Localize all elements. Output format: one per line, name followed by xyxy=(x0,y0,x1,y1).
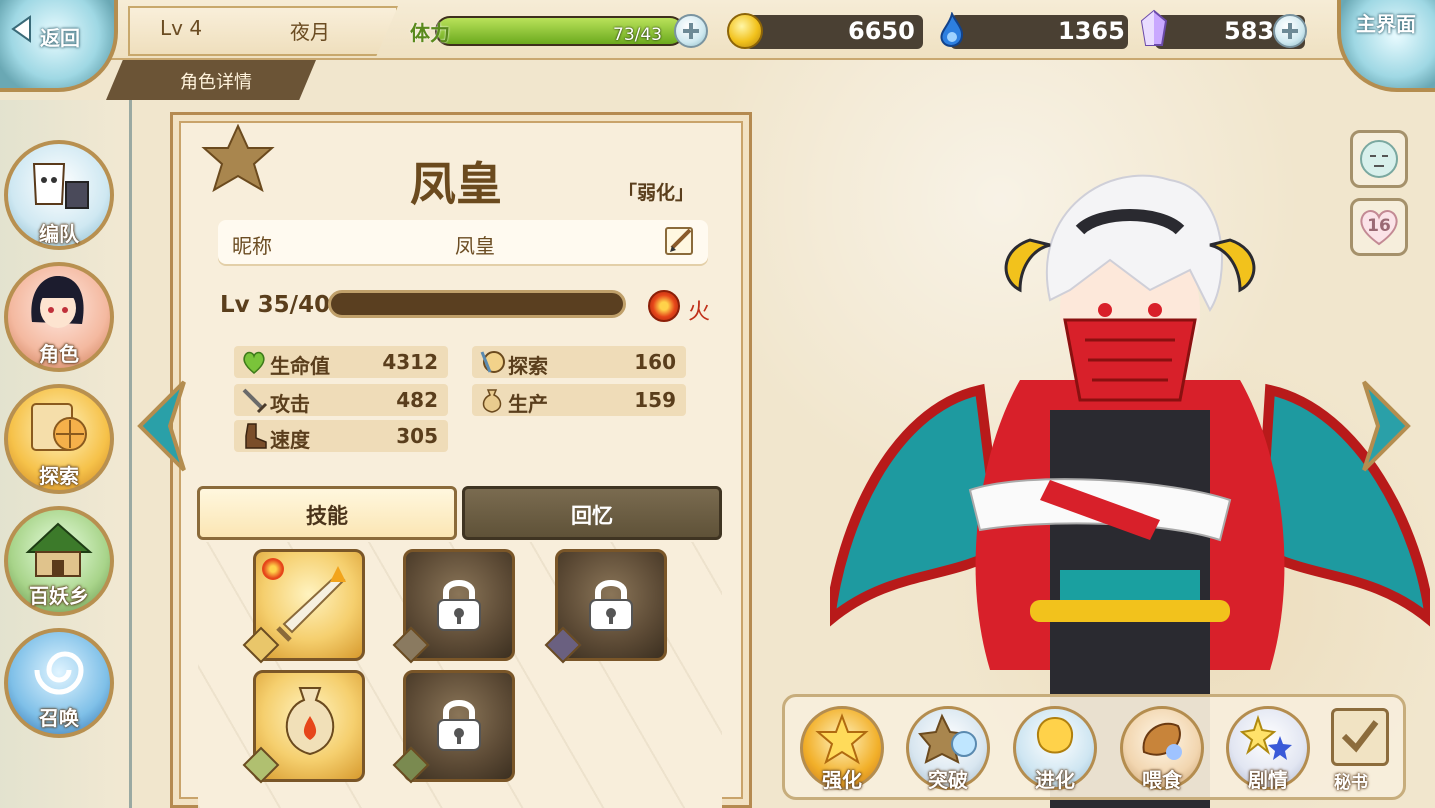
compass-icon xyxy=(480,351,505,373)
nav-team-label: 编队 xyxy=(39,222,79,246)
enhance-icon xyxy=(815,713,869,765)
breakthrough-icon xyxy=(918,713,977,764)
character-name: 凤皇 xyxy=(410,157,502,211)
sword-icon xyxy=(242,388,268,414)
edit-nickname-icon[interactable] xyxy=(662,224,698,258)
spirit-value: 1365 xyxy=(1058,17,1125,45)
stat-atk-label: 攻击 xyxy=(270,392,310,416)
stat-produce-label: 生产 xyxy=(508,392,548,416)
element-label: 火 xyxy=(688,300,711,325)
team-icon xyxy=(32,163,89,209)
home-label: 主界面 xyxy=(1356,12,1416,36)
next-character-arrow[interactable] xyxy=(1360,378,1412,474)
stat-atk-value: 482 xyxy=(396,388,438,412)
add-crystal-button[interactable] xyxy=(1273,14,1307,48)
character-level: Lv 35/40 xyxy=(220,292,331,318)
spirit-flame-icon xyxy=(940,12,963,47)
gold-coin-icon xyxy=(727,13,763,49)
explore-icon xyxy=(31,403,87,451)
face-icon xyxy=(1360,140,1398,178)
evolve-icon xyxy=(1037,716,1073,754)
food-icon xyxy=(1142,722,1182,760)
page-title: 角色详情 xyxy=(180,72,252,93)
affection-value: 16 xyxy=(1367,216,1391,236)
checkmark-icon xyxy=(1341,720,1379,753)
money-bag-icon xyxy=(482,389,502,413)
nav-explore-label: 探索 xyxy=(39,464,79,488)
stamina-label: 体力 xyxy=(410,21,450,45)
breakthrough-label: 突破 xyxy=(928,768,968,792)
stamina-value: 73/43 xyxy=(613,25,662,45)
secretary-label: 秘书 xyxy=(1334,773,1368,793)
heart-icon xyxy=(243,351,265,374)
lock-icon xyxy=(437,700,481,751)
tab-skill[interactable]: 技能 xyxy=(197,486,457,540)
back-arrow-icon xyxy=(11,15,31,43)
stat-produce-value: 159 xyxy=(634,388,676,412)
character-status-tag: 「弱化」 xyxy=(618,182,695,204)
boot-icon xyxy=(245,423,267,449)
stat-spd-label: 速度 xyxy=(270,428,310,452)
lock-icon xyxy=(437,580,481,631)
fire-badge-icon xyxy=(262,558,284,580)
stat-explore-label: 探索 xyxy=(508,354,548,378)
player-name: 夜月 xyxy=(290,20,330,44)
rank-star-icon xyxy=(201,124,275,193)
stat-explore-value: 160 xyxy=(634,350,676,374)
nav-character-label: 角色 xyxy=(39,342,79,366)
prev-character-arrow[interactable] xyxy=(136,378,188,474)
stat-spd-value: 305 xyxy=(396,424,438,448)
summon-icon xyxy=(34,651,84,695)
nickname-label: 昵称 xyxy=(232,234,272,258)
village-icon xyxy=(25,522,93,577)
stat-hp-value: 4312 xyxy=(382,350,438,374)
feed-label: 喂食 xyxy=(1142,768,1182,792)
stat-hp-label: 生命值 xyxy=(270,354,330,378)
enhance-label: 强化 xyxy=(822,768,862,792)
nav-summon-label: 召唤 xyxy=(39,706,79,730)
evolve-label: 进化 xyxy=(1035,768,1075,792)
produce-skill-icon xyxy=(285,687,335,756)
back-label: 返回 xyxy=(40,26,80,50)
crystal-value: 583 xyxy=(1224,17,1275,45)
add-stamina-button[interactable] xyxy=(674,14,708,48)
story-icon xyxy=(1240,714,1292,760)
story-label: 剧情 xyxy=(1248,768,1288,792)
tab-memory[interactable]: 回忆 xyxy=(462,486,722,540)
crystal-icon xyxy=(1140,9,1168,46)
nav-village-label: 百妖乡 xyxy=(29,584,89,608)
fire-element-icon xyxy=(648,290,680,322)
exp-bar xyxy=(328,290,626,318)
nickname-value: 凤皇 xyxy=(455,234,495,258)
character-icon xyxy=(31,276,84,328)
lock-icon xyxy=(589,580,633,631)
player-level: Lv 4 xyxy=(160,16,203,40)
gold-value: 6650 xyxy=(848,17,915,45)
